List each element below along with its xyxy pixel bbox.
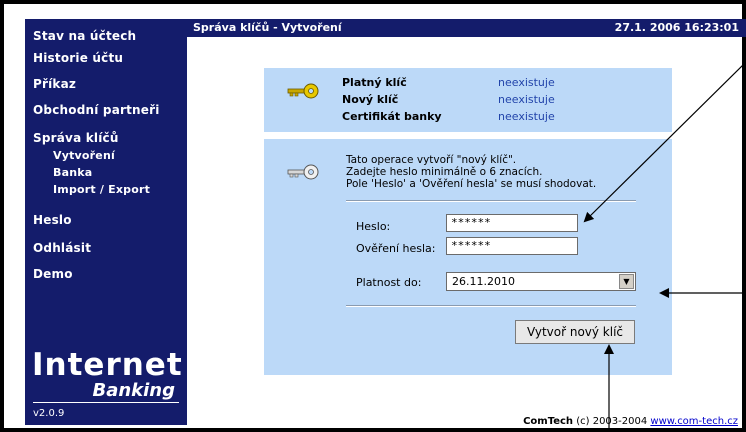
annotation-arrows: [583, 61, 746, 432]
annotation-arrow: [583, 61, 746, 223]
